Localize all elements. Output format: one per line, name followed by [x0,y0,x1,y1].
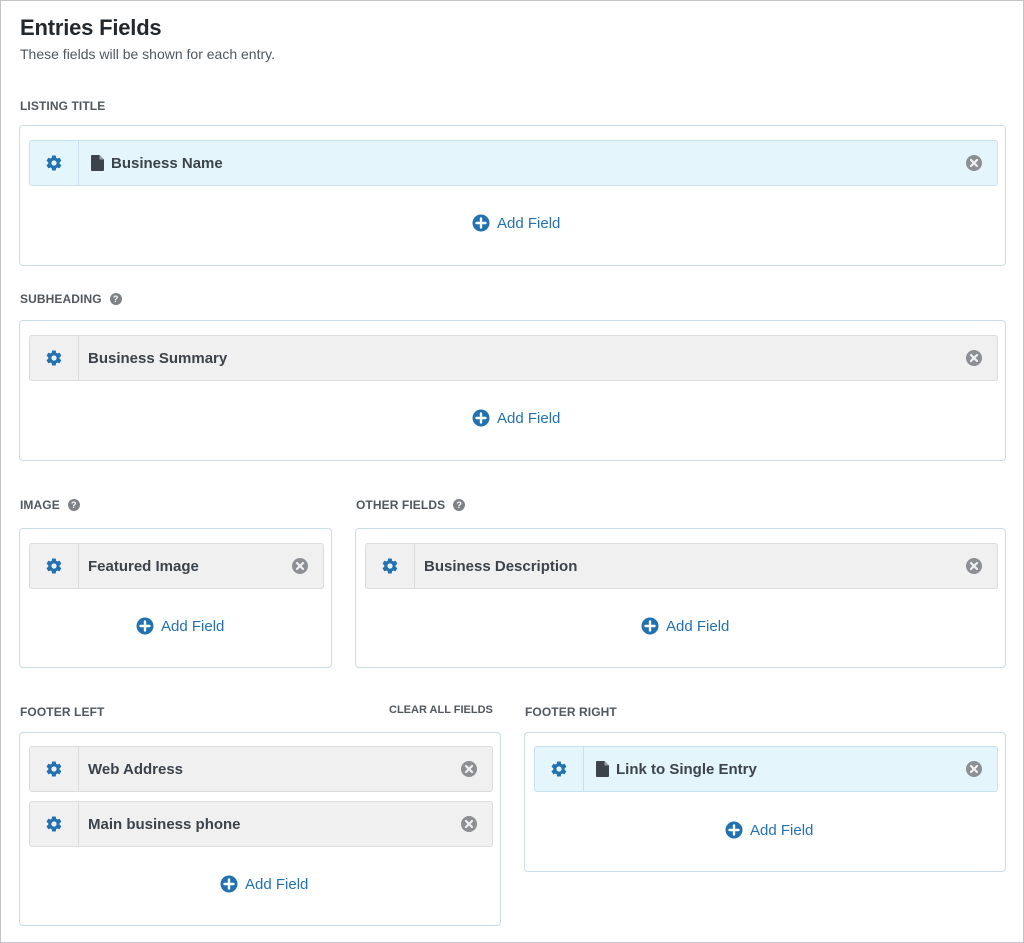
help-icon[interactable]: ? [453,499,466,511]
field-label: Web Address [88,760,184,778]
add-field-button[interactable]: Add Field [136,617,224,635]
document-icon [91,155,104,171]
remove-icon[interactable] [460,815,478,833]
remove-icon[interactable] [460,760,478,778]
section-label-footer-left: FOOTER LEFT [20,705,105,719]
field-label: Business Description [424,557,578,575]
add-field-button[interactable]: Add Field [472,409,560,427]
plus-circle-icon [725,821,743,839]
section-label-other-fields: OTHER FIELDS ? [356,498,466,512]
entries-fields-panel: Entries Fields These fields will be show… [0,0,1024,943]
add-field-button[interactable]: Add Field [725,821,813,839]
remove-icon[interactable] [291,557,309,575]
area-listing-title[interactable]: Business Name Add Field [19,125,1006,266]
gear-icon[interactable] [366,544,415,588]
field-featured-image[interactable]: Featured Image [29,543,324,589]
section-label-image: IMAGE ? [20,498,80,512]
section-label-subheading: SUBHEADING ? [20,292,122,306]
area-subheading[interactable]: Business Summary Add Field [19,320,1006,461]
gear-icon[interactable] [30,747,79,791]
gear-icon[interactable] [30,336,79,380]
add-field-button[interactable]: Add Field [472,214,560,232]
section-label-footer-right: FOOTER RIGHT [525,705,617,719]
remove-icon[interactable] [965,349,983,367]
area-other-fields[interactable]: Business Description Add Field [355,528,1006,668]
remove-icon[interactable] [965,557,983,575]
clear-all-fields-link[interactable]: CLEAR ALL FIELDS [389,704,493,716]
gear-icon[interactable] [535,747,584,791]
plus-circle-icon [641,617,659,635]
page-subtitle: These fields will be shown for each entr… [20,46,275,62]
field-label: Business Name [111,154,223,172]
remove-icon[interactable] [965,154,983,172]
document-icon [596,761,609,777]
remove-icon[interactable] [965,760,983,778]
section-label-listing-title: LISTING TITLE [20,99,106,113]
field-label: Main business phone [88,815,241,833]
field-business-summary[interactable]: Business Summary [29,335,998,381]
plus-circle-icon [220,875,238,893]
plus-circle-icon [472,409,490,427]
gear-icon[interactable] [30,141,79,185]
field-label: Featured Image [88,557,199,575]
area-image[interactable]: Featured Image Add Field [19,528,332,668]
field-web-address[interactable]: Web Address [29,746,493,792]
field-business-description[interactable]: Business Description [365,543,998,589]
plus-circle-icon [136,617,154,635]
gear-icon[interactable] [30,802,79,846]
field-business-name[interactable]: Business Name [29,140,998,186]
gear-icon[interactable] [30,544,79,588]
field-link-to-single-entry[interactable]: Link to Single Entry [534,746,998,792]
add-field-button[interactable]: Add Field [220,875,308,893]
help-icon[interactable]: ? [109,293,122,305]
area-footer-right[interactable]: Link to Single Entry Add Field [524,732,1006,872]
header: Entries Fields These fields will be show… [20,15,275,62]
page-title: Entries Fields [20,15,162,40]
field-main-business-phone[interactable]: Main business phone [29,801,493,847]
area-footer-left[interactable]: Web Address Main business phone Add Fiel… [19,732,501,926]
add-field-button[interactable]: Add Field [641,617,729,635]
help-icon[interactable]: ? [67,499,80,511]
field-label: Business Summary [88,349,228,367]
field-label: Link to Single Entry [616,760,757,778]
plus-circle-icon [472,214,490,232]
